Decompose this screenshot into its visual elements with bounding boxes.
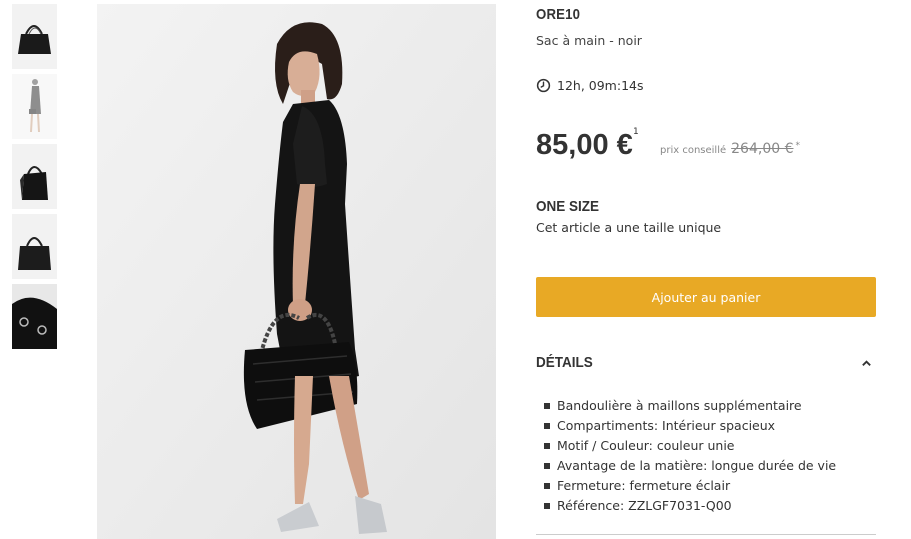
thumbnail-bag-detail[interactable] [12, 284, 57, 349]
details-accordion-header[interactable]: DÉTAILS [536, 352, 876, 376]
list-item: Fermeture: fermeture éclair [544, 476, 874, 496]
bag-detail-thumbnail-image [12, 284, 57, 349]
size-description: Cet article a une taille unique [536, 220, 722, 235]
size-title: ONE SIZE [536, 198, 600, 215]
thumbnail-gallery [12, 4, 58, 354]
rrp-footnote-marker: * [795, 141, 800, 151]
price-footnote-marker: 1 [633, 127, 639, 137]
details-title: DÉTAILS [536, 354, 593, 371]
model-with-handbag-illustration [97, 4, 496, 539]
thumbnail-model[interactable] [12, 74, 57, 139]
thumbnail-bag-back[interactable] [12, 214, 57, 279]
current-price: 85,00 € [536, 129, 633, 161]
add-to-cart-button[interactable]: Ajouter au panier [536, 277, 876, 317]
thumbnail-bag-side[interactable] [12, 144, 57, 209]
rrp-label: prix conseillé [660, 145, 727, 156]
list-item: Motif / Couleur: couleur unie [544, 436, 874, 456]
brand-name[interactable]: ORE10 [536, 6, 580, 23]
clock-icon [536, 78, 551, 93]
product-subtitle: Sac à main - noir [536, 33, 642, 48]
recommended-price: prix conseillé 264,00 € * [660, 141, 800, 157]
list-item: Référence: ZZLGF7031-Q00 [544, 496, 874, 516]
details-list: Bandoulière à maillons supplémentaire Co… [544, 396, 874, 516]
bag-thumbnail-image [12, 4, 57, 69]
list-item: Compartiments: Intérieur spacieux [544, 416, 874, 436]
model-thumbnail-image [12, 74, 57, 139]
divider [536, 534, 876, 535]
list-item: Bandoulière à maillons supplémentaire [544, 396, 874, 416]
main-product-image[interactable] [97, 4, 496, 539]
price-block: 85,00 € 1 prix conseillé 264,00 € * [536, 127, 876, 167]
thumbnail-bag-front[interactable] [12, 4, 57, 69]
bag-back-thumbnail-image [12, 214, 57, 279]
sale-countdown: 12h, 09m:14s [536, 78, 644, 93]
bag-side-thumbnail-image [12, 144, 57, 209]
countdown-text: 12h, 09m:14s [557, 78, 644, 93]
chevron-up-icon[interactable] [861, 358, 872, 369]
list-item: Avantage de la matière: longue durée de … [544, 456, 874, 476]
rrp-value: 264,00 € [731, 141, 794, 157]
